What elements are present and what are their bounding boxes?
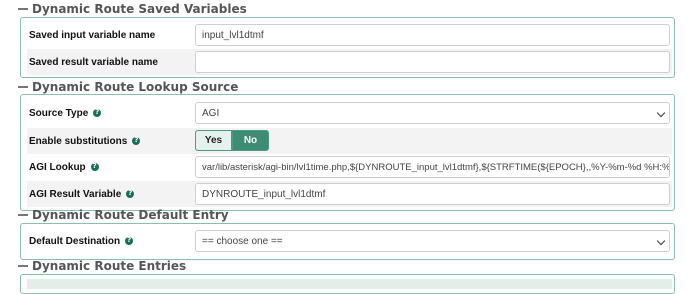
agi-lookup-row: AGI Lookup var/lib/asterisk/agi-bin/lvl1…: [27, 154, 672, 180]
help-icon[interactable]: [132, 136, 141, 145]
help-icon[interactable]: [125, 236, 134, 245]
substitutions-toggle: Yes No: [195, 130, 269, 151]
collapse-icon[interactable]: [18, 265, 28, 267]
saved-variables-section: Dynamic Route Saved Variables Saved inpu…: [18, 0, 675, 78]
input-var-field[interactable]: input_lvl1dtmf: [195, 24, 670, 46]
agi-result-label: AGI Result Variable: [29, 188, 122, 200]
entries-panel: [20, 274, 675, 294]
lookup-source-panel: Source Type AGI Enable substitutions Yes…: [20, 94, 675, 211]
chevron-down-icon: [656, 108, 666, 118]
help-icon[interactable]: [93, 108, 102, 117]
chevron-down-icon: [656, 236, 666, 246]
collapse-icon[interactable]: [18, 86, 28, 88]
substitutions-label-wrap: Enable substitutions: [29, 128, 141, 154]
default-entry-section: Dynamic Route Default Entry Default Dest…: [18, 207, 675, 260]
entries-section: Dynamic Route Entries: [18, 258, 675, 294]
lookup-source-section: Dynamic Route Lookup Source Source Type …: [18, 79, 675, 211]
result-var-row: Saved result variable name: [27, 49, 672, 75]
agi-result-field[interactable]: DYNROUTE_input_lvl1dtmf: [195, 183, 670, 205]
default-entry-panel: Default Destination == choose one ==: [20, 223, 675, 260]
default-entry-header[interactable]: Dynamic Route Default Entry: [18, 207, 229, 223]
source-type-label-wrap: Source Type: [29, 100, 102, 126]
agi-result-label-wrap: AGI Result Variable: [29, 181, 135, 207]
collapse-icon[interactable]: [18, 8, 28, 10]
agi-lookup-label: AGI Lookup: [29, 161, 86, 173]
collapse-icon[interactable]: [18, 214, 28, 216]
source-type-select[interactable]: AGI: [195, 102, 670, 124]
substitutions-no-button[interactable]: No: [232, 130, 269, 151]
section-title: Dynamic Route Lookup Source: [32, 80, 239, 94]
agi-lookup-field[interactable]: var/lib/asterisk/agi-bin/lvl1time.php,${…: [195, 156, 670, 178]
default-dest-label: Default Destination: [29, 235, 121, 247]
section-title: Dynamic Route Entries: [32, 259, 187, 273]
help-icon[interactable]: [126, 189, 135, 198]
lookup-source-header[interactable]: Dynamic Route Lookup Source: [18, 79, 238, 95]
section-title: Dynamic Route Default Entry: [32, 208, 229, 222]
default-dest-row: Default Destination == choose one ==: [27, 228, 672, 254]
entries-header[interactable]: Dynamic Route Entries: [18, 258, 186, 274]
agi-result-row: AGI Result Variable DYNROUTE_input_lvl1d…: [27, 181, 672, 207]
saved-variables-header[interactable]: Dynamic Route Saved Variables: [18, 1, 247, 17]
default-dest-value: == choose one ==: [202, 235, 283, 247]
substitutions-row: Enable substitutions Yes No: [27, 128, 672, 154]
source-type-row: Source Type AGI: [27, 100, 672, 126]
source-type-label: Source Type: [29, 107, 89, 119]
source-type-value: AGI: [202, 107, 220, 119]
input-var-row: Saved input variable name input_lvl1dtmf: [27, 22, 672, 48]
result-var-field[interactable]: [195, 51, 670, 73]
substitutions-yes-button[interactable]: Yes: [195, 130, 232, 151]
saved-variables-panel: Saved input variable name input_lvl1dtmf…: [20, 17, 675, 78]
substitutions-label: Enable substitutions: [29, 135, 128, 147]
default-dest-select[interactable]: == choose one ==: [195, 230, 670, 252]
input-var-label: Saved input variable name: [29, 29, 156, 41]
agi-lookup-label-wrap: AGI Lookup: [29, 154, 99, 180]
help-icon[interactable]: [90, 162, 99, 171]
entries-header-strip: [27, 279, 672, 289]
result-var-label: Saved result variable name: [29, 56, 158, 68]
section-title: Dynamic Route Saved Variables: [32, 2, 247, 16]
default-dest-label-wrap: Default Destination: [29, 228, 134, 254]
